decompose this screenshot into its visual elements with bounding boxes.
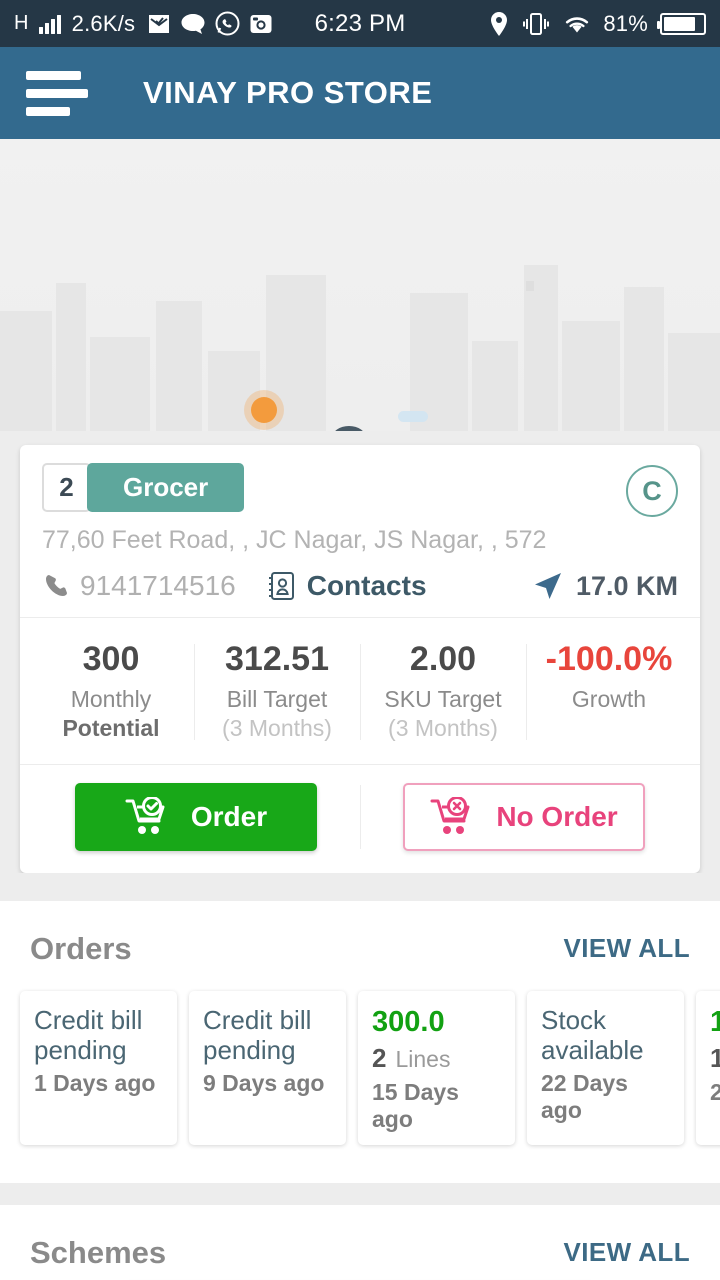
order-card-lines-row: 2 Lines <box>372 1043 501 1074</box>
battery-percent-label: 81% <box>603 10 648 36</box>
navigation-arrow-icon <box>534 573 561 599</box>
schemes-header: Schemes VIEW ALL <box>0 1205 720 1280</box>
cart-check-icon <box>125 796 165 834</box>
store-type-chip[interactable]: Grocer <box>87 463 245 512</box>
store-badge-number: 2 <box>42 463 91 512</box>
contacts-link[interactable]: Contacts <box>266 570 427 602</box>
store-card[interactable]: 2 Grocer C 77,60 Feet Road, , JC Nagar, … <box>20 445 700 873</box>
stat-bill-target: 312.51 Bill Target (3 Months) <box>194 640 360 744</box>
stat-value: 312.51 <box>225 640 329 678</box>
order-card-lines-row: 1 <box>710 1043 720 1074</box>
store-card-header: 2 Grocer C 77,60 Feet Road, , JC Nagar, … <box>20 445 700 617</box>
store-chips: 2 Grocer <box>42 463 678 512</box>
stat-sku-target: 2.00 SKU Target (3 Months) <box>360 640 526 744</box>
stat-label-line1: SKU Target <box>384 686 502 713</box>
store-contact-row: 9141714516 Contacts 17.0 KM <box>42 569 678 603</box>
storefront-icon <box>335 426 363 431</box>
battery-icon <box>657 12 706 35</box>
city-skyline-icon <box>0 265 720 431</box>
section-gap <box>0 1182 720 1205</box>
no-order-button-label: No Order <box>496 800 618 832</box>
order-card-value: 300.0 <box>372 1005 445 1038</box>
stat-label-line2: Potential <box>62 714 160 741</box>
schemes-title: Schemes <box>30 1234 167 1270</box>
phone-icon[interactable] <box>42 572 70 600</box>
order-card[interactable]: Credit bill pending 1 Days ago <box>20 990 177 1145</box>
no-order-action-column: No Order <box>360 782 688 851</box>
mail-icon <box>147 12 171 36</box>
orders-header: Orders VIEW ALL <box>0 901 720 977</box>
hamburger-menu-icon[interactable] <box>26 70 88 116</box>
order-card-title: Credit bill pending <box>34 1004 143 1065</box>
store-actions-row: Order No Order <box>20 765 700 873</box>
no-order-button[interactable]: No Order <box>403 782 645 851</box>
schemes-panel: Schemes VIEW ALL <box>0 1204 720 1280</box>
order-card-value: 1 <box>710 1005 720 1038</box>
location-pin-icon <box>489 11 509 37</box>
stat-value: 300 <box>82 640 140 678</box>
stat-value: -100.0% <box>545 640 673 678</box>
status-bar-left: H 2.6K/s <box>14 11 273 37</box>
stat-label-line2: (3 Months) <box>222 714 332 741</box>
stat-growth: -100.0% Growth <box>526 640 692 744</box>
stat-value: 2.00 <box>409 640 477 678</box>
order-card-ago: 22 Days ago <box>541 1069 628 1123</box>
orders-panel: Orders VIEW ALL Credit bill pending 1 Da… <box>0 900 720 1183</box>
distance-label: 17.0 KM <box>575 570 678 601</box>
order-card-title: Stock available <box>541 1004 644 1065</box>
stat-label-line1: Bill Target <box>226 686 328 713</box>
whatsapp-icon <box>215 11 240 36</box>
order-card-ago: 1 Days ago <box>34 1069 156 1096</box>
schemes-view-all-button[interactable]: VIEW ALL <box>564 1237 690 1268</box>
page-title: VINAY PRO STORE <box>143 75 433 110</box>
hero-illustration <box>0 139 720 431</box>
orders-view-all-button[interactable]: VIEW ALL <box>564 933 690 964</box>
stat-label-line2: (3 Months) <box>388 714 498 741</box>
order-card-lines-label: Lines <box>395 1046 451 1073</box>
store-phone[interactable]: 9141714516 <box>80 570 236 602</box>
order-card-lines-count: 1 <box>710 1043 720 1074</box>
contact-book-icon <box>268 572 294 600</box>
network-type-label: H <box>14 12 29 34</box>
instagram-icon <box>249 12 273 36</box>
stat-label-line1: Monthly <box>70 686 152 713</box>
store-address: 77,60 Feet Road, , JC Nagar, JS Nagar, ,… <box>42 526 547 554</box>
order-card-lines-count: 2 <box>372 1043 387 1074</box>
store-card-container: 2 Grocer C 77,60 Feet Road, , JC Nagar, … <box>0 431 720 873</box>
order-card-ago: 29 <box>710 1079 720 1106</box>
order-button[interactable]: Order <box>75 782 317 851</box>
wifi-icon <box>563 13 591 35</box>
orders-card-scroller[interactable]: Credit bill pending 1 Days ago Credit bi… <box>0 977 720 1161</box>
data-speed-label: 2.6K/s <box>71 10 136 36</box>
order-card-ago: 9 Days ago <box>203 1069 325 1096</box>
sun-icon <box>244 390 284 430</box>
order-card[interactable]: 1 1 29 <box>696 990 720 1145</box>
order-action-column: Order <box>32 782 360 851</box>
signal-bars-icon <box>38 14 61 34</box>
stat-label-line1: Growth <box>571 686 647 713</box>
distance-indicator[interactable]: 17.0 KM <box>531 569 678 603</box>
contacts-label: Contacts <box>306 570 427 601</box>
order-card[interactable]: Credit bill pending 9 Days ago <box>189 990 346 1145</box>
avatar: C <box>626 465 678 517</box>
stat-monthly-potential: 300 Monthly Potential <box>28 640 194 744</box>
order-button-label: Order <box>190 800 268 832</box>
orders-title: Orders <box>30 930 132 966</box>
section-gap <box>0 872 720 901</box>
cloud-icon <box>398 411 428 422</box>
order-card-title: Credit bill pending <box>203 1004 312 1065</box>
cart-cross-icon <box>430 796 470 834</box>
vibrate-icon <box>521 12 551 36</box>
store-stats-row: 300 Monthly Potential 312.51 Bill Target… <box>20 618 700 764</box>
chat-bubble-icon <box>180 12 206 36</box>
order-card[interactable]: 300.0 2 Lines 15 Days ago <box>358 990 515 1145</box>
order-card-ago: 15 Days ago <box>372 1079 459 1133</box>
status-bar-right: 81% <box>489 11 706 37</box>
status-bar: H 2.6K/s 6:23 PM 81% <box>0 0 720 47</box>
order-card[interactable]: Stock available 22 Days ago <box>527 990 684 1145</box>
app-toolbar: VINAY PRO STORE <box>0 47 720 139</box>
